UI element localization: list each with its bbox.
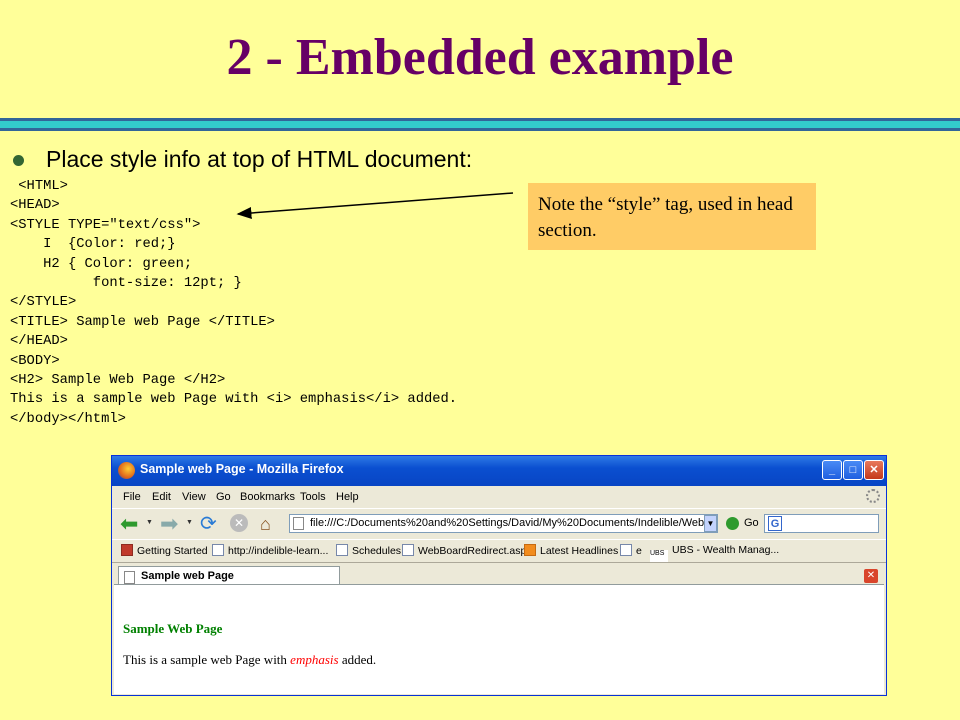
bookmark-latest-headlines[interactable]: Latest Headlines	[524, 544, 618, 557]
forward-arrow-icon[interactable]: ➡	[160, 513, 180, 535]
page-content: Sample Web Page This is a sample web Pag…	[114, 584, 884, 694]
page-icon	[124, 571, 135, 584]
go-icon[interactable]	[726, 517, 739, 530]
url-input[interactable]: file:///C:/Documents%20and%20Settings/Da…	[289, 514, 718, 533]
google-search-icon: G	[768, 516, 782, 531]
bookmark-getting-started[interactable]: Getting Started	[121, 544, 208, 557]
navigation-toolbar: ⬅ ▼ ➡ ▼ ⟳ ✕ ⌂ file:///C:/Documents%20and…	[112, 508, 886, 539]
back-dropdown-icon[interactable]: ▼	[146, 519, 153, 526]
close-tab-icon[interactable]: ✕	[864, 569, 878, 583]
page-icon	[620, 544, 632, 556]
page-icon	[212, 544, 224, 556]
page-icon	[293, 517, 304, 530]
reload-icon[interactable]: ⟳	[200, 514, 220, 534]
menu-go[interactable]: Go	[216, 491, 231, 503]
go-button[interactable]: Go	[744, 517, 759, 529]
window-titlebar[interactable]: Sample web Page - Mozilla Firefox _ □ ✕	[112, 456, 886, 486]
page-icon	[402, 544, 414, 556]
bookmark-e[interactable]: e	[620, 544, 642, 557]
back-arrow-icon[interactable]: ⬅	[120, 513, 140, 535]
menu-help[interactable]: Help	[336, 491, 359, 503]
bookmarks-toolbar: Getting Started http://indelible-learn..…	[112, 539, 886, 562]
rss-icon	[524, 544, 536, 556]
forward-dropdown-icon[interactable]: ▼	[186, 519, 193, 526]
menu-tools[interactable]: Tools	[300, 491, 326, 503]
bookmark-indelible[interactable]: http://indelible-learn...	[212, 544, 328, 557]
menu-edit[interactable]: Edit	[152, 491, 171, 503]
page-heading: Sample Web Page	[123, 621, 223, 636]
page-paragraph: This is a sample web Page with emphasis …	[123, 652, 377, 667]
bookmark-webboard[interactable]: WebBoardRedirect.asp	[402, 544, 526, 557]
home-icon[interactable]: ⌂	[260, 514, 280, 534]
minimize-button[interactable]: _	[822, 460, 842, 480]
throbber-icon	[866, 489, 880, 503]
menu-view[interactable]: View	[182, 491, 206, 503]
menu-bar: File Edit View Go Bookmarks Tools Help	[112, 486, 886, 508]
tab-label: Sample web Page	[141, 570, 234, 582]
ubs-icon: UBS	[650, 550, 668, 562]
window-title: Sample web Page - Mozilla Firefox	[140, 462, 344, 476]
page-icon	[336, 544, 348, 556]
browser-window: Sample web Page - Mozilla Firefox _ □ ✕ …	[111, 455, 887, 696]
maximize-button[interactable]: □	[843, 460, 863, 480]
url-text: file:///C:/Documents%20and%20Settings/Da…	[310, 517, 718, 529]
firefox-logo-icon	[118, 462, 135, 479]
menu-bookmarks[interactable]: Bookmarks	[240, 491, 295, 503]
search-input[interactable]: G	[764, 514, 879, 533]
bookmark-ubs[interactable]: UBS UBS - Wealth Manag...	[650, 544, 779, 562]
url-dropdown-icon[interactable]: ▼	[704, 515, 717, 532]
bookmark-schedules[interactable]: Schedules	[336, 544, 401, 557]
firefox-bookmark-icon	[121, 544, 133, 556]
stop-icon[interactable]: ✕	[230, 514, 248, 532]
close-button[interactable]: ✕	[864, 460, 884, 480]
menu-file[interactable]: File	[123, 491, 141, 503]
emphasis-text: emphasis	[290, 652, 339, 667]
